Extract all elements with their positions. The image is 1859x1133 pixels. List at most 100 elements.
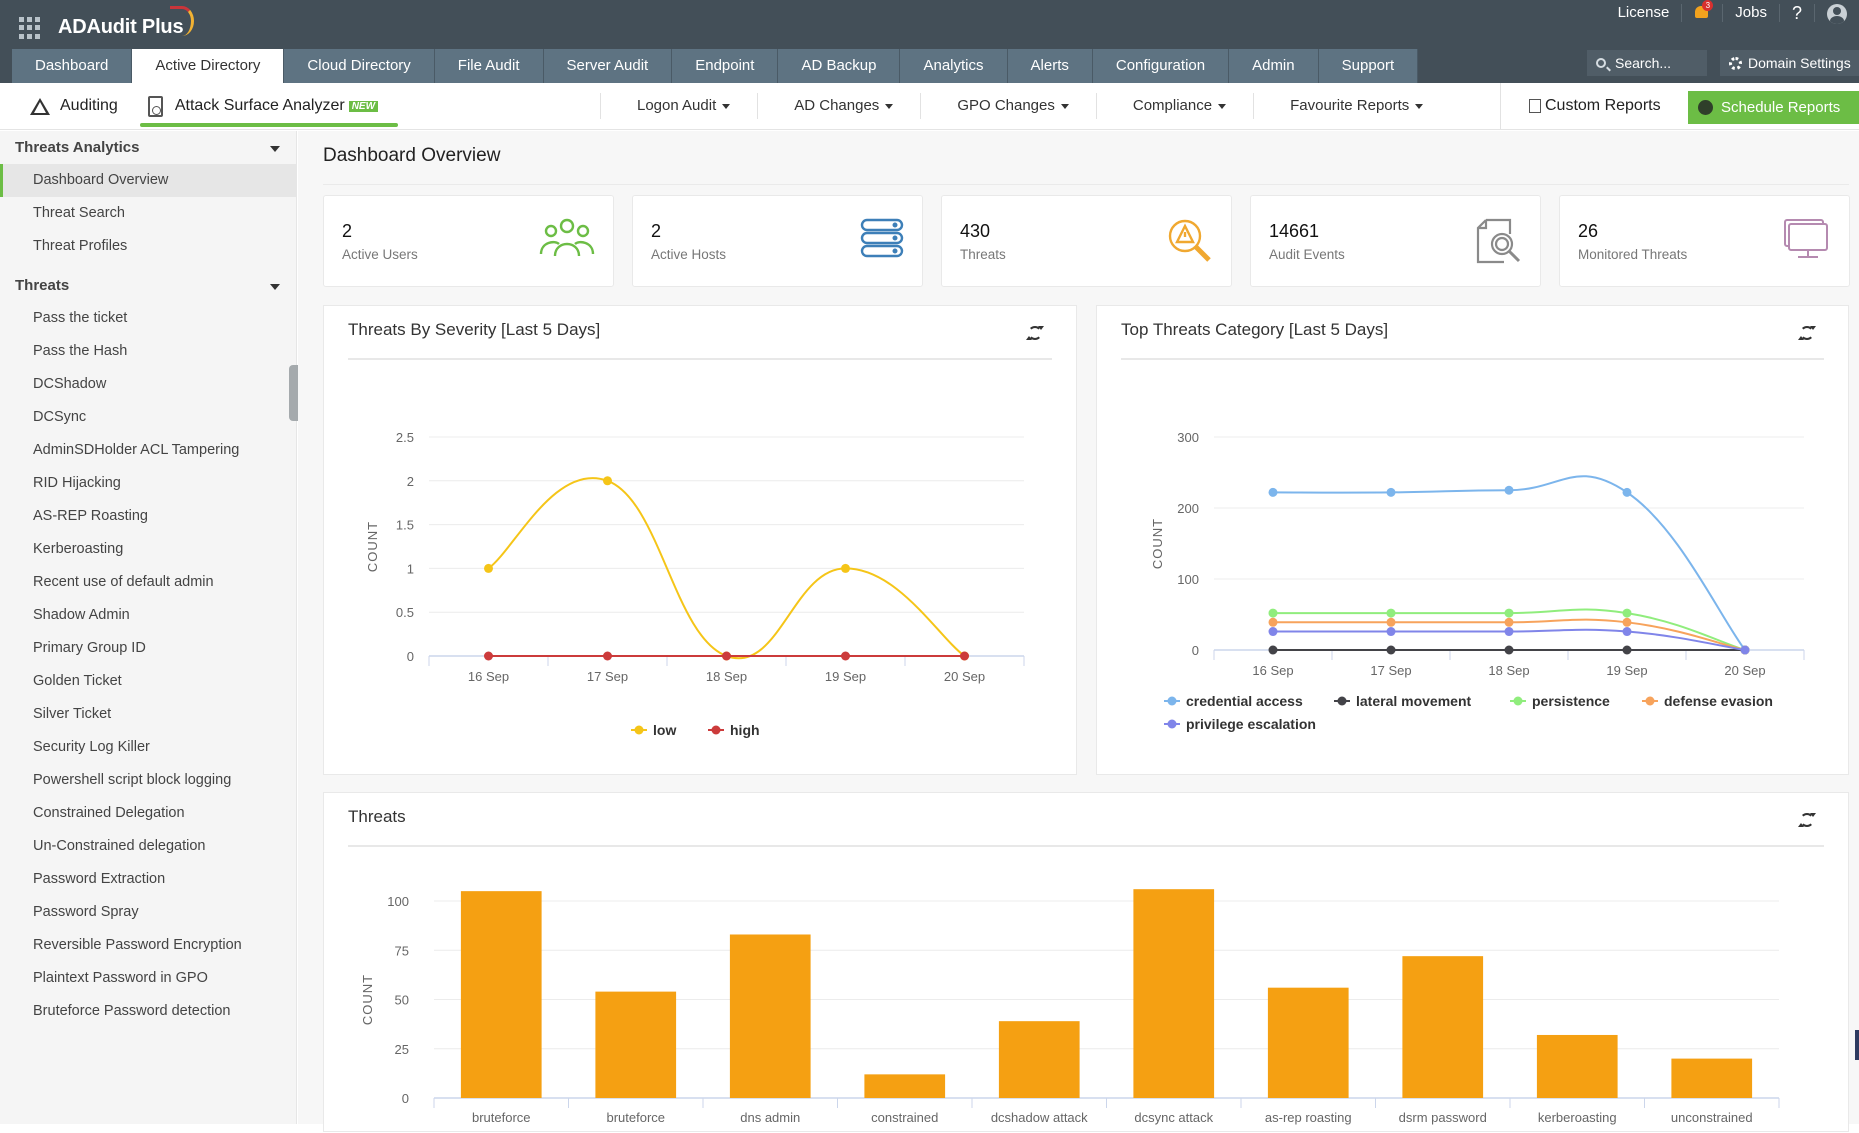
legend-item-lateral-movement[interactable]: lateral movement [1334,693,1471,709]
legend-item-privilege-escalation[interactable]: privilege escalation [1164,716,1316,732]
sidebar-item-adminsdholder-acl-tampering[interactable]: AdminSDHolder ACL Tampering [0,434,296,467]
custom-report-icon [1529,99,1541,113]
menu-gpo-changes[interactable]: GPO Changes [920,93,1096,119]
app-launcher-icon[interactable] [19,17,41,39]
data-point-defense-evasion [1504,617,1514,627]
sidebar-item-kerberoasting[interactable]: Kerberoasting [0,533,296,566]
global-search-input[interactable]: Search... [1587,50,1707,76]
data-point-lateral-movement [1622,645,1632,655]
sidebar-item-un-constrained-delegation[interactable]: Un-Constrained delegation [0,830,296,863]
sidebar-item-password-spray[interactable]: Password Spray [0,896,296,929]
y-tick-label: 2.5 [396,430,414,445]
stat-label: Active Hosts [651,247,727,262]
sidebar-item-constrained-delegation[interactable]: Constrained Delegation [0,797,296,830]
top-links: License 3 Jobs ? [1606,0,1859,26]
y-tick-label: 1.5 [396,518,414,533]
jobs-link[interactable]: Jobs [1723,4,1780,22]
sidebar-item-recent-use-of-default-admin[interactable]: Recent use of default admin [0,566,296,599]
sidebar-item-dcsync[interactable]: DCSync [0,401,296,434]
threats-bar-chart: 0 25 50 75 100 bruteforce bruteforce dns admin c… [360,889,1780,1125]
help-link[interactable]: ? [1780,4,1815,22]
menu-ad-changes[interactable]: AD Changes [757,93,920,119]
tab-alerts[interactable]: Alerts [1007,49,1093,83]
user-menu-button[interactable] [1815,4,1859,24]
sidebar-item-golden-ticket[interactable]: Golden Ticket [0,665,296,698]
sidebar-item-primary-group-id[interactable]: Primary Group ID [0,632,296,665]
tab-endpoint[interactable]: Endpoint [672,49,779,83]
menu-logon-audit[interactable]: Logon Audit [600,93,757,119]
notifications-button[interactable]: 3 [1682,0,1724,22]
stat-value: 2 [342,221,353,241]
legend-item-low[interactable]: low [631,722,676,738]
bar-dcsync-attack [1133,889,1215,1098]
sidebar-item-pass-the-ticket[interactable]: Pass the ticket [0,302,296,335]
tab-cloud-directory[interactable]: Cloud Directory [284,49,435,83]
tab-active-directory[interactable]: Active Directory [132,49,285,83]
y-tick-label: 0 [407,649,414,664]
sidebar-item-pass-the-hash[interactable]: Pass the Hash [0,335,296,368]
stat-card-active-users[interactable]: 2 Active Users [323,195,614,287]
y-tick-label: 0 [1192,643,1199,658]
tab-ad-backup[interactable]: AD Backup [778,49,901,83]
data-point-high [484,651,493,661]
stat-card-threats[interactable]: 430 Threats [941,195,1232,287]
sidebar-item-rid-hijacking[interactable]: RID Hijacking [0,467,296,500]
legend-item-high[interactable]: high [708,722,760,738]
sidebar-item-dashboard-overview[interactable]: Dashboard Overview [0,164,296,197]
menu-favourite-reports[interactable]: Favourite Reports [1253,93,1450,119]
sidebar-section-threats-analytics[interactable]: Threats Analytics [0,131,296,164]
tab-file-audit[interactable]: File Audit [434,49,544,83]
tab-support[interactable]: Support [1318,49,1419,83]
menu-label: Favourite Reports [1290,97,1410,114]
legend-label: privilege escalation [1186,716,1316,732]
license-link[interactable]: License [1606,4,1683,22]
app-logo-title[interactable]: ADAudit Plus [58,16,184,39]
domain-settings-button[interactable]: Domain Settings [1720,50,1859,76]
main-content: Dashboard Overview 2 Active Users 2 Acti… [298,131,1859,1132]
legend-label: credential access [1186,693,1303,709]
sidebar-item-plaintext-password-in-gpo[interactable]: Plaintext Password in GPO [0,962,296,995]
sidebar-item-shadow-admin[interactable]: Shadow Admin [0,599,296,632]
x-tick-label: 17 Sep [1370,663,1411,678]
sidebar-item-reversible-password-encryption[interactable]: Reversible Password Encryption [0,929,296,962]
auditing-tab[interactable]: Auditing [30,83,118,129]
legend-item-credential-access[interactable]: credential access [1164,693,1303,709]
sidebar-item-as-rep-roasting[interactable]: AS-REP Roasting [0,500,296,533]
custom-reports-button[interactable]: Custom Reports [1500,83,1681,129]
stat-label: Audit Events [1269,247,1345,262]
attack-surface-analyzer-tab[interactable]: Attack Surface Analyzer NEW [139,83,399,129]
tab-server-audit[interactable]: Server Audit [543,49,673,83]
bar-constrained [864,1074,946,1098]
y-tick-label: 75 [395,943,409,958]
sidebar-item-threat-profiles[interactable]: Threat Profiles [0,230,296,263]
stat-card-monitored-threats[interactable]: 26 Monitored Threats [1559,195,1850,287]
stat-label: Threats [960,247,1006,262]
legend-item-persistence[interactable]: persistence [1510,693,1610,709]
tab-configuration[interactable]: Configuration [1092,49,1230,83]
sidebar-section-threats[interactable]: Threats [0,269,296,302]
scrollbar-thumb[interactable] [1855,1030,1859,1060]
data-point-persistence [1386,608,1396,618]
sidebar-item-powershell-script-block-logging[interactable]: Powershell script block logging [0,764,296,797]
sidebar-item-silver-ticket[interactable]: Silver Ticket [0,698,296,731]
stat-card-active-hosts[interactable]: 2 Active Hosts [632,195,923,287]
sidebar-collapse-handle[interactable] [289,365,298,421]
tab-admin[interactable]: Admin [1229,49,1319,83]
sidebar-item-bruteforce-password-detection[interactable]: Bruteforce Password detection [0,995,296,1028]
y-tick-label: 25 [395,1042,409,1057]
bar-dsrm-password [1402,956,1484,1098]
tab-analytics[interactable]: Analytics [900,49,1008,83]
tab-dashboard[interactable]: Dashboard [12,49,133,83]
schedule-reports-button[interactable]: Schedule Reports [1688,91,1859,124]
search-placeholder: Search... [1615,55,1672,71]
sidebar-item-dcshadow[interactable]: DCShadow [0,368,296,401]
data-point-high [603,651,612,661]
sidebar-item-threat-search[interactable]: Threat Search [0,197,296,230]
sidebar-item-password-extraction[interactable]: Password Extraction [0,863,296,896]
sidebar-item-security-log-killer[interactable]: Security Log Killer [0,731,296,764]
menu-label: Logon Audit [637,97,717,114]
legend-item-defense-evasion[interactable]: defense evasion [1642,693,1773,709]
menu-compliance[interactable]: Compliance [1095,93,1253,119]
y-axis-label: COUNT [360,974,375,1025]
stat-card-audit-events[interactable]: 14661 Audit Events [1250,195,1541,287]
